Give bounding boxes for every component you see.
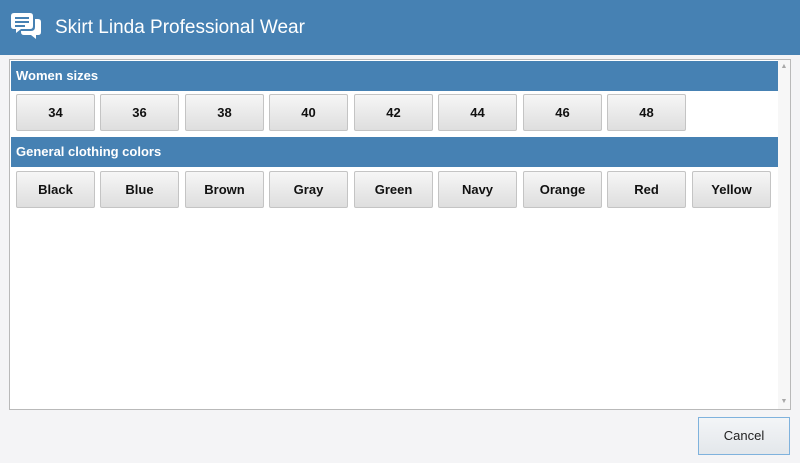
size-button-44[interactable]: 44 [438, 94, 517, 131]
size-button-42[interactable]: 42 [354, 94, 433, 131]
size-button-40[interactable]: 40 [269, 94, 348, 131]
size-button-46[interactable]: 46 [523, 94, 602, 131]
section-header-clothing-colors: General clothing colors [11, 137, 778, 167]
size-button-36[interactable]: 36 [100, 94, 179, 131]
size-button-48[interactable]: 48 [607, 94, 686, 131]
section-header-women-sizes: Women sizes [11, 61, 778, 91]
size-button-34[interactable]: 34 [16, 94, 95, 131]
size-button-38[interactable]: 38 [185, 94, 264, 131]
vertical-scrollbar[interactable]: ▲ ▼ [778, 60, 790, 409]
color-button-red[interactable]: Red [607, 171, 686, 208]
color-button-brown[interactable]: Brown [185, 171, 264, 208]
color-button-orange[interactable]: Orange [523, 171, 602, 208]
color-button-green[interactable]: Green [354, 171, 433, 208]
color-button-black[interactable]: Black [16, 171, 95, 208]
options-panel: Women sizes 34 36 38 40 42 44 46 48 Gene… [9, 59, 791, 410]
scroll-up-arrow-icon[interactable]: ▲ [778, 61, 790, 73]
chat-bubbles-icon [11, 13, 41, 39]
cancel-button[interactable]: Cancel [698, 417, 790, 455]
title-bar: Skirt Linda Professional Wear [0, 0, 800, 55]
color-button-navy[interactable]: Navy [438, 171, 517, 208]
color-button-yellow[interactable]: Yellow [692, 171, 771, 208]
window-title: Skirt Linda Professional Wear [55, 17, 305, 38]
color-button-blue[interactable]: Blue [100, 171, 179, 208]
color-button-gray[interactable]: Gray [269, 171, 348, 208]
scroll-down-arrow-icon[interactable]: ▼ [778, 396, 790, 408]
